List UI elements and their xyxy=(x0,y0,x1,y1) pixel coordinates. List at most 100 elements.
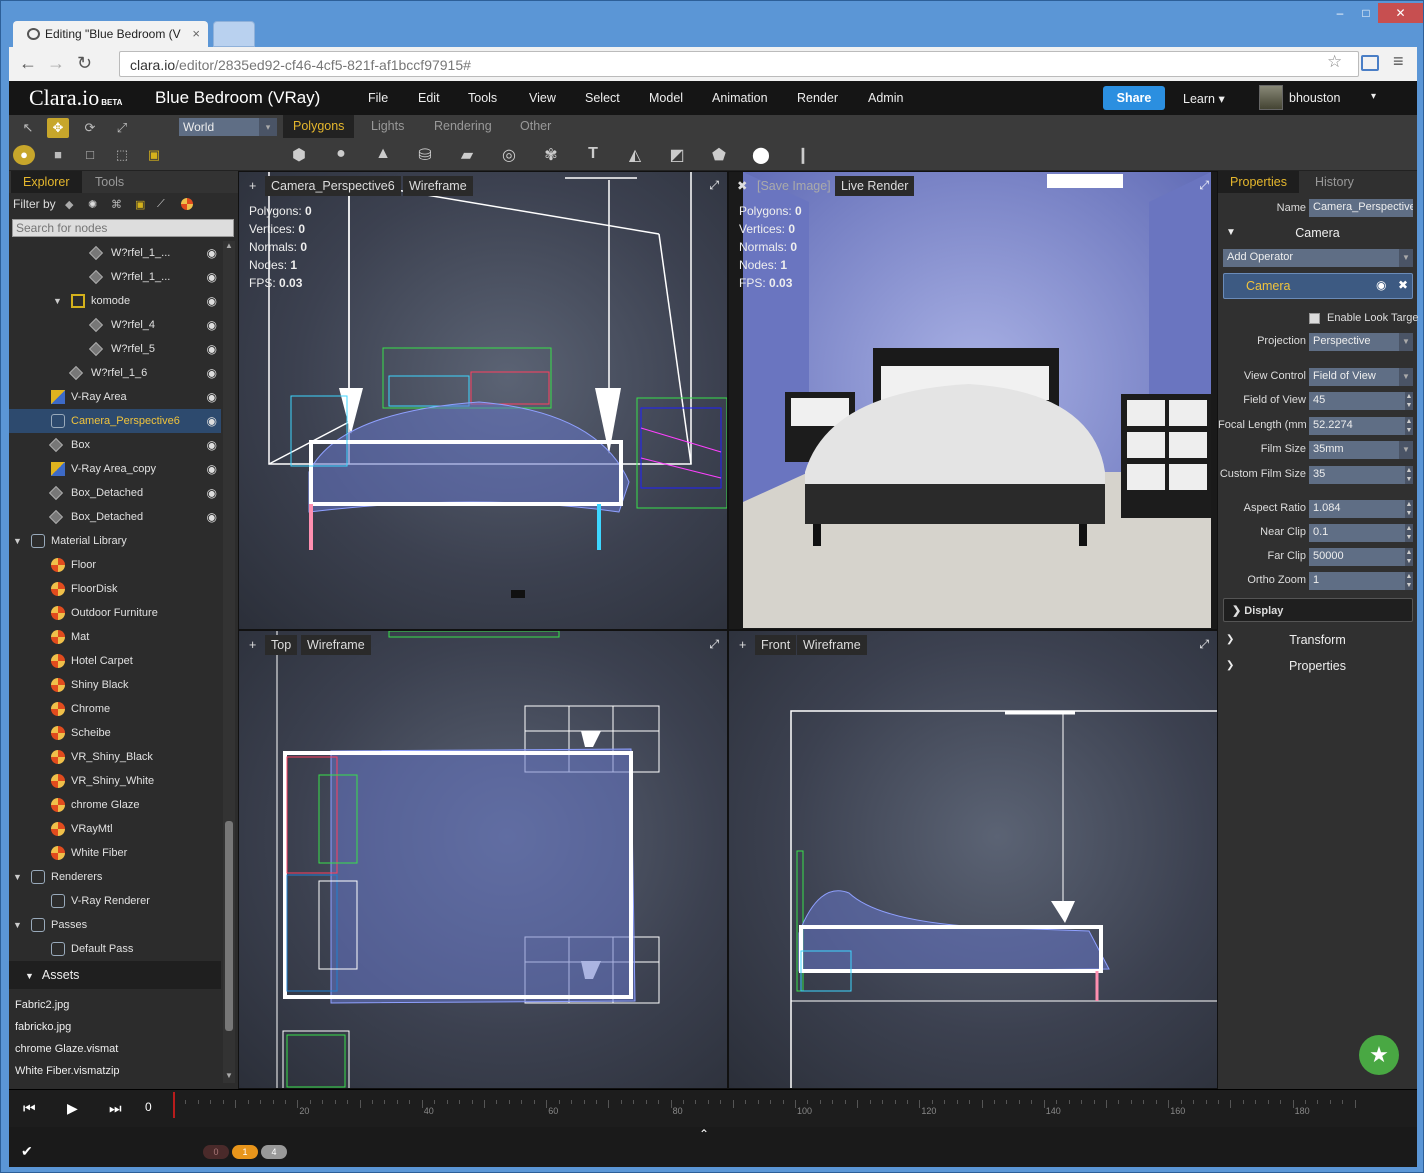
object-mode-icon[interactable]: ● xyxy=(13,145,35,165)
chevron-down-icon[interactable]: ▼ xyxy=(1399,368,1413,386)
face-mode-icon[interactable]: □ xyxy=(79,145,101,165)
tab-tools[interactable]: Tools xyxy=(95,175,124,189)
avatar[interactable] xyxy=(1259,85,1283,110)
tree-node[interactable]: FloorDisk xyxy=(9,577,221,601)
tree-node[interactable]: Scheibe xyxy=(9,721,221,745)
viewport-camera-select[interactable]: Front xyxy=(755,635,797,655)
tree-node[interactable]: ▼ Passes xyxy=(9,913,221,937)
feedback-star-icon[interactable]: ★ xyxy=(1359,1035,1399,1075)
visibility-eye-icon[interactable]: ◉ xyxy=(207,481,217,505)
cone-primitive-icon[interactable]: ▲ xyxy=(373,145,393,165)
viewport-camera-select[interactable]: Top xyxy=(265,635,298,655)
tree-node[interactable]: Box_Detached ◉ xyxy=(9,481,221,505)
film-size-select[interactable]: 35mm xyxy=(1309,441,1399,459)
menu-animation[interactable]: Animation xyxy=(712,91,768,105)
clara-logo[interactable]: Clara.io BETA xyxy=(29,85,122,111)
fov-input[interactable]: 45 xyxy=(1309,392,1405,410)
play-icon[interactable]: ▶ xyxy=(67,1100,78,1117)
filter-geometry-icon[interactable]: ◆ xyxy=(65,198,77,211)
tree-node[interactable]: VR_Shiny_Black xyxy=(9,745,221,769)
asset-item[interactable]: fabricko.jpg xyxy=(15,1021,71,1033)
tree-node[interactable]: Default Pass xyxy=(9,937,221,961)
scroll-down-icon[interactable]: ▼ xyxy=(223,1071,235,1083)
menu-file[interactable]: File xyxy=(368,91,388,105)
chevron-down-icon[interactable]: ▼ xyxy=(1399,333,1413,351)
add-operator-select[interactable]: Add Operator xyxy=(1223,249,1399,267)
focal-length-input[interactable]: 52.2274 xyxy=(1309,417,1405,435)
chevron-down-icon[interactable]: ▼ xyxy=(1399,441,1413,459)
menu-icon[interactable]: ≡ xyxy=(1393,51,1404,72)
tree-node[interactable]: VR_Shiny_White xyxy=(9,769,221,793)
scrollbar-thumb[interactable] xyxy=(225,821,233,1031)
visibility-eye-icon[interactable]: ◉ xyxy=(207,337,217,361)
filter-bone-icon[interactable]: ⟋ xyxy=(157,198,169,210)
far-clip-input[interactable]: 50000 xyxy=(1309,548,1405,566)
custom-film-stepper[interactable]: ▲ ▼ xyxy=(1405,466,1413,484)
user-name[interactable]: bhouston xyxy=(1289,91,1340,105)
asset-item[interactable]: chrome Glaze.vismat xyxy=(15,1043,118,1055)
aspect-ratio-input[interactable]: 1.084 xyxy=(1309,500,1405,518)
search-nodes-input[interactable] xyxy=(12,219,234,237)
tree-node[interactable]: Outdoor Furniture xyxy=(9,601,221,625)
perspective-viewport[interactable]: + Camera_Perspective6 Wireframe ⤢ Polygo… xyxy=(238,171,728,630)
chevron-down-icon[interactable]: ▼ xyxy=(13,913,22,937)
visibility-eye-icon[interactable]: ◉ xyxy=(207,265,217,289)
tree-node[interactable]: Mat xyxy=(9,625,221,649)
visibility-eye-icon[interactable]: ◉ xyxy=(207,457,217,481)
tree-node[interactable]: White Fiber xyxy=(9,841,221,865)
visibility-eye-icon[interactable]: ◉ xyxy=(207,313,217,337)
maximize-viewport-icon[interactable]: ⤢ xyxy=(709,637,719,652)
filter-camera-icon[interactable]: ⌘ xyxy=(111,198,123,211)
tree-node[interactable]: W?rfel_5 ◉ xyxy=(9,337,221,361)
visibility-eye-icon[interactable]: ◉ xyxy=(207,433,217,457)
rotate-tool-icon[interactable]: ⟳ xyxy=(79,118,101,138)
ortho-zoom-stepper[interactable]: ▲ ▼ xyxy=(1405,572,1413,590)
live-render-label[interactable]: Live Render xyxy=(835,176,915,196)
tree-node[interactable]: W?rfel_4 ◉ xyxy=(9,313,221,337)
tab-explorer[interactable]: Explorer xyxy=(11,171,82,193)
share-button[interactable]: Share xyxy=(1103,86,1165,110)
menu-view[interactable]: View xyxy=(529,91,556,105)
scale-tool-icon[interactable]: ⤢ xyxy=(111,118,133,138)
tree-node[interactable]: Box ◉ xyxy=(9,433,221,457)
menu-admin[interactable]: Admin xyxy=(868,91,903,105)
filter-group-icon[interactable]: ▣ xyxy=(135,198,147,211)
close-render-icon[interactable]: ✖ xyxy=(737,176,747,196)
visibility-eye-icon[interactable]: ◉ xyxy=(207,505,217,529)
tree-node[interactable]: V-Ray Area ◉ xyxy=(9,385,221,409)
top-viewport[interactable]: + Top Wireframe ⤢ xyxy=(238,630,728,1089)
filter-light-icon[interactable]: ✺ xyxy=(88,198,100,211)
select-tool-icon[interactable]: ↖ xyxy=(17,118,39,138)
torus-primitive-icon[interactable]: ◎ xyxy=(499,145,519,165)
chevron-down-icon[interactable]: ▼ xyxy=(13,529,22,553)
custom-film-input[interactable]: 35 xyxy=(1309,466,1405,484)
tree-scrollbar[interactable]: ▲ ▼ xyxy=(223,241,235,1083)
maximize-viewport-icon[interactable]: ⤢ xyxy=(709,178,719,193)
menu-model[interactable]: Model xyxy=(649,91,683,105)
properties-section-header[interactable]: ❯ Properties xyxy=(1218,654,1417,678)
error-count-badge[interactable]: 0 xyxy=(203,1145,229,1159)
name-input[interactable]: Camera_Perspective xyxy=(1309,199,1413,217)
tree-node[interactable]: Box_Detached ◉ xyxy=(9,505,221,529)
tree-node[interactable]: Hotel Carpet xyxy=(9,649,221,673)
menu-select[interactable]: Select xyxy=(585,91,620,105)
text-primitive-icon[interactable]: T xyxy=(583,145,603,165)
tree-node[interactable]: V-Ray Area_copy ◉ xyxy=(9,457,221,481)
filter-material-icon[interactable] xyxy=(181,198,193,210)
skip-end-icon[interactable]: ⏭ xyxy=(109,1100,122,1117)
warning-count-badge[interactable]: 1 xyxy=(232,1145,258,1159)
tree-node[interactable]: VRayMtl xyxy=(9,817,221,841)
viewport-camera-select[interactable]: Camera_Perspective6 xyxy=(265,176,401,196)
tab-lights[interactable]: Lights xyxy=(371,119,404,133)
back-icon[interactable]: ← xyxy=(19,53,37,74)
visibility-eye-icon[interactable]: ◉ xyxy=(207,361,217,385)
playhead[interactable] xyxy=(173,1092,175,1118)
edge-mode-icon[interactable]: ⬚ xyxy=(111,145,133,165)
tree-node[interactable]: ▼ komode ◉ xyxy=(9,289,221,313)
maximize-button[interactable]: □ xyxy=(1353,3,1379,23)
cylinder-primitive-icon[interactable]: ⛁ xyxy=(415,145,435,165)
tab-history[interactable]: History xyxy=(1315,175,1354,189)
element-mode-icon[interactable]: ▣ xyxy=(143,145,165,165)
skip-start-icon[interactable]: ⏮ xyxy=(23,1100,36,1117)
viewport-add-icon[interactable]: + xyxy=(249,176,256,196)
